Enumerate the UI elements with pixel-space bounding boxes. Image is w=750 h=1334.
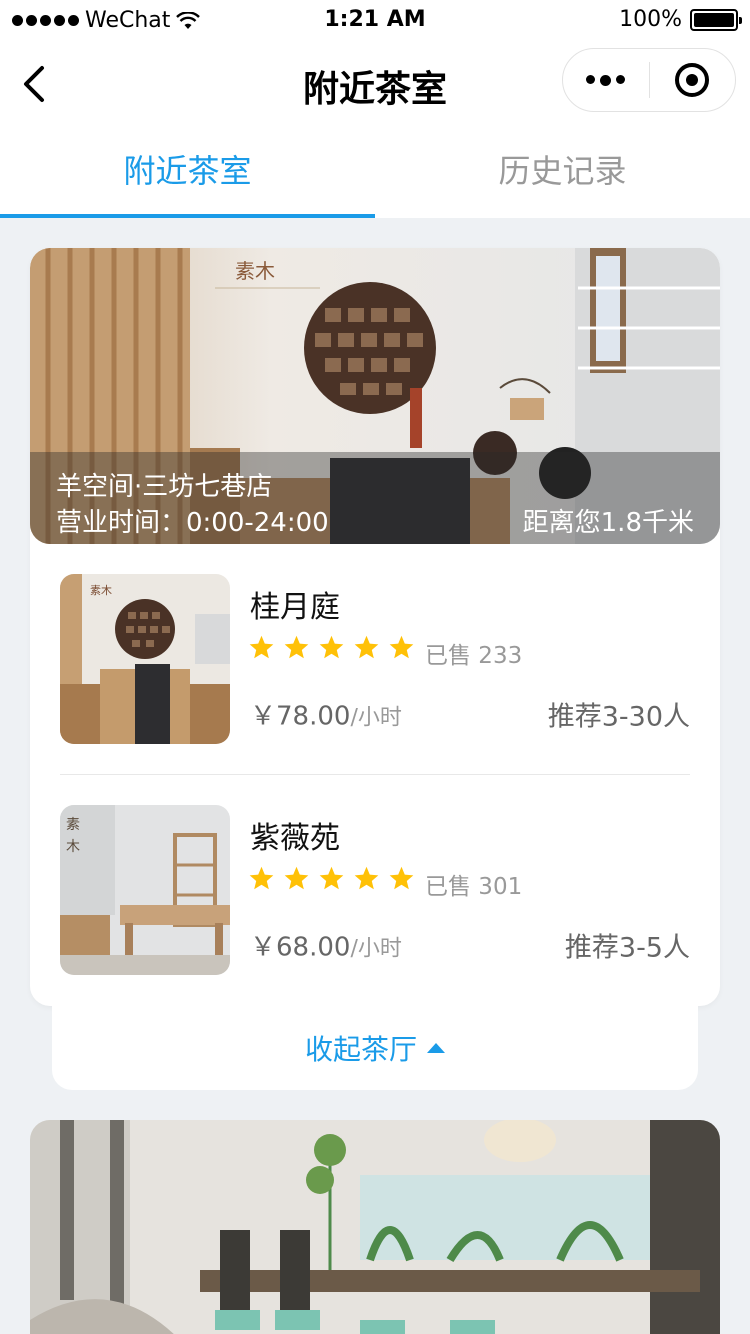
price-unit: /小时 (350, 705, 402, 731)
status-bar: WeChat 1:21 AM 100% (0, 0, 750, 40)
room-price: ￥78.00/小时 (250, 696, 402, 733)
room-price: ￥68.00/小时 (250, 927, 402, 964)
room-thumbnail: 素 木 (60, 805, 230, 975)
room-thumbnail: 素木 (60, 574, 230, 744)
status-right: 100% (619, 7, 742, 32)
star-icon (389, 635, 414, 659)
svg-text:木: 木 (66, 839, 80, 855)
star-icon (284, 866, 309, 890)
room-name: 桂月庭 (250, 590, 340, 625)
rating-stars (248, 865, 415, 892)
store-hours: 营业时间：0:00-24:00 (56, 508, 329, 538)
recommend-capacity: 推荐3-5人 (564, 932, 690, 964)
star-icon (284, 635, 309, 659)
collapse-rooms-button[interactable]: 收起茶厅 (52, 1006, 698, 1090)
battery-fill (694, 12, 734, 27)
target-icon (675, 63, 710, 97)
room-photo: 素木 (60, 574, 230, 744)
room-item[interactable]: 素木 桂月庭 已售 233 ￥78.00/小时 推荐3-30人 (60, 574, 690, 744)
triangle-up-icon (427, 1043, 445, 1053)
price-unit: /小时 (350, 936, 402, 962)
back-button[interactable] (14, 60, 58, 108)
star-icon (319, 866, 344, 890)
battery-icon (690, 8, 742, 31)
more-button[interactable] (563, 49, 649, 111)
battery-percent: 100% (619, 7, 682, 32)
star-icon (319, 635, 344, 659)
close-mini-program-button[interactable] (650, 49, 736, 111)
star-icon (249, 635, 274, 659)
room-photo: 素 木 (60, 805, 230, 975)
store-card[interactable] (30, 1120, 720, 1334)
sold-count: 已售 233 (425, 643, 523, 669)
tea-room-photo (30, 1120, 720, 1334)
nav-bar: 附近茶室 (0, 40, 750, 128)
star-icon (354, 635, 379, 659)
sold-count: 已售 301 (425, 874, 523, 900)
mini-program-capsule (562, 48, 736, 112)
recommend-capacity: 推荐3-30人 (547, 701, 690, 733)
price-value: ￥78.00 (250, 701, 351, 732)
banner-overlay: 羊空间·三坊七巷店 营业时间：0:00-24:00 距离您1.8千米 (30, 452, 720, 544)
tab-nearby[interactable]: 附近茶室 (0, 128, 375, 218)
room-item[interactable]: 素 木 紫薇苑 已售 301 ￥68.00/小时 推荐3-5人 (60, 805, 690, 975)
store-distance: 距离您1.8千米 (522, 508, 694, 538)
room-name: 紫薇苑 (250, 821, 340, 856)
star-icon (354, 866, 379, 890)
svg-text:素木: 素木 (90, 584, 112, 597)
tab-bar: 附近茶室 历史记录 (0, 128, 750, 218)
room-divider (60, 774, 690, 775)
store-card[interactable]: 素木 羊空间·三坊七巷店 营业时间：0:00-24:00 距离您1.8千米 素木 (30, 248, 720, 1006)
more-dots-icon (586, 74, 626, 86)
chevron-left-icon (24, 66, 44, 102)
price-value: ￥68.00 (250, 932, 351, 963)
svg-text:素: 素 (66, 817, 80, 833)
svg-text:素木: 素木 (235, 259, 275, 283)
tab-history[interactable]: 历史记录 (375, 128, 750, 218)
collapse-label: 收起茶厅 (304, 1033, 417, 1066)
star-icon (389, 866, 414, 890)
store-name: 羊空间·三坊七巷店 (56, 472, 273, 502)
store-banner: 素木 羊空间·三坊七巷店 营业时间：0:00-24:00 距离您1.8千米 (30, 248, 720, 544)
star-icon (249, 866, 274, 890)
rating-stars (248, 634, 415, 661)
